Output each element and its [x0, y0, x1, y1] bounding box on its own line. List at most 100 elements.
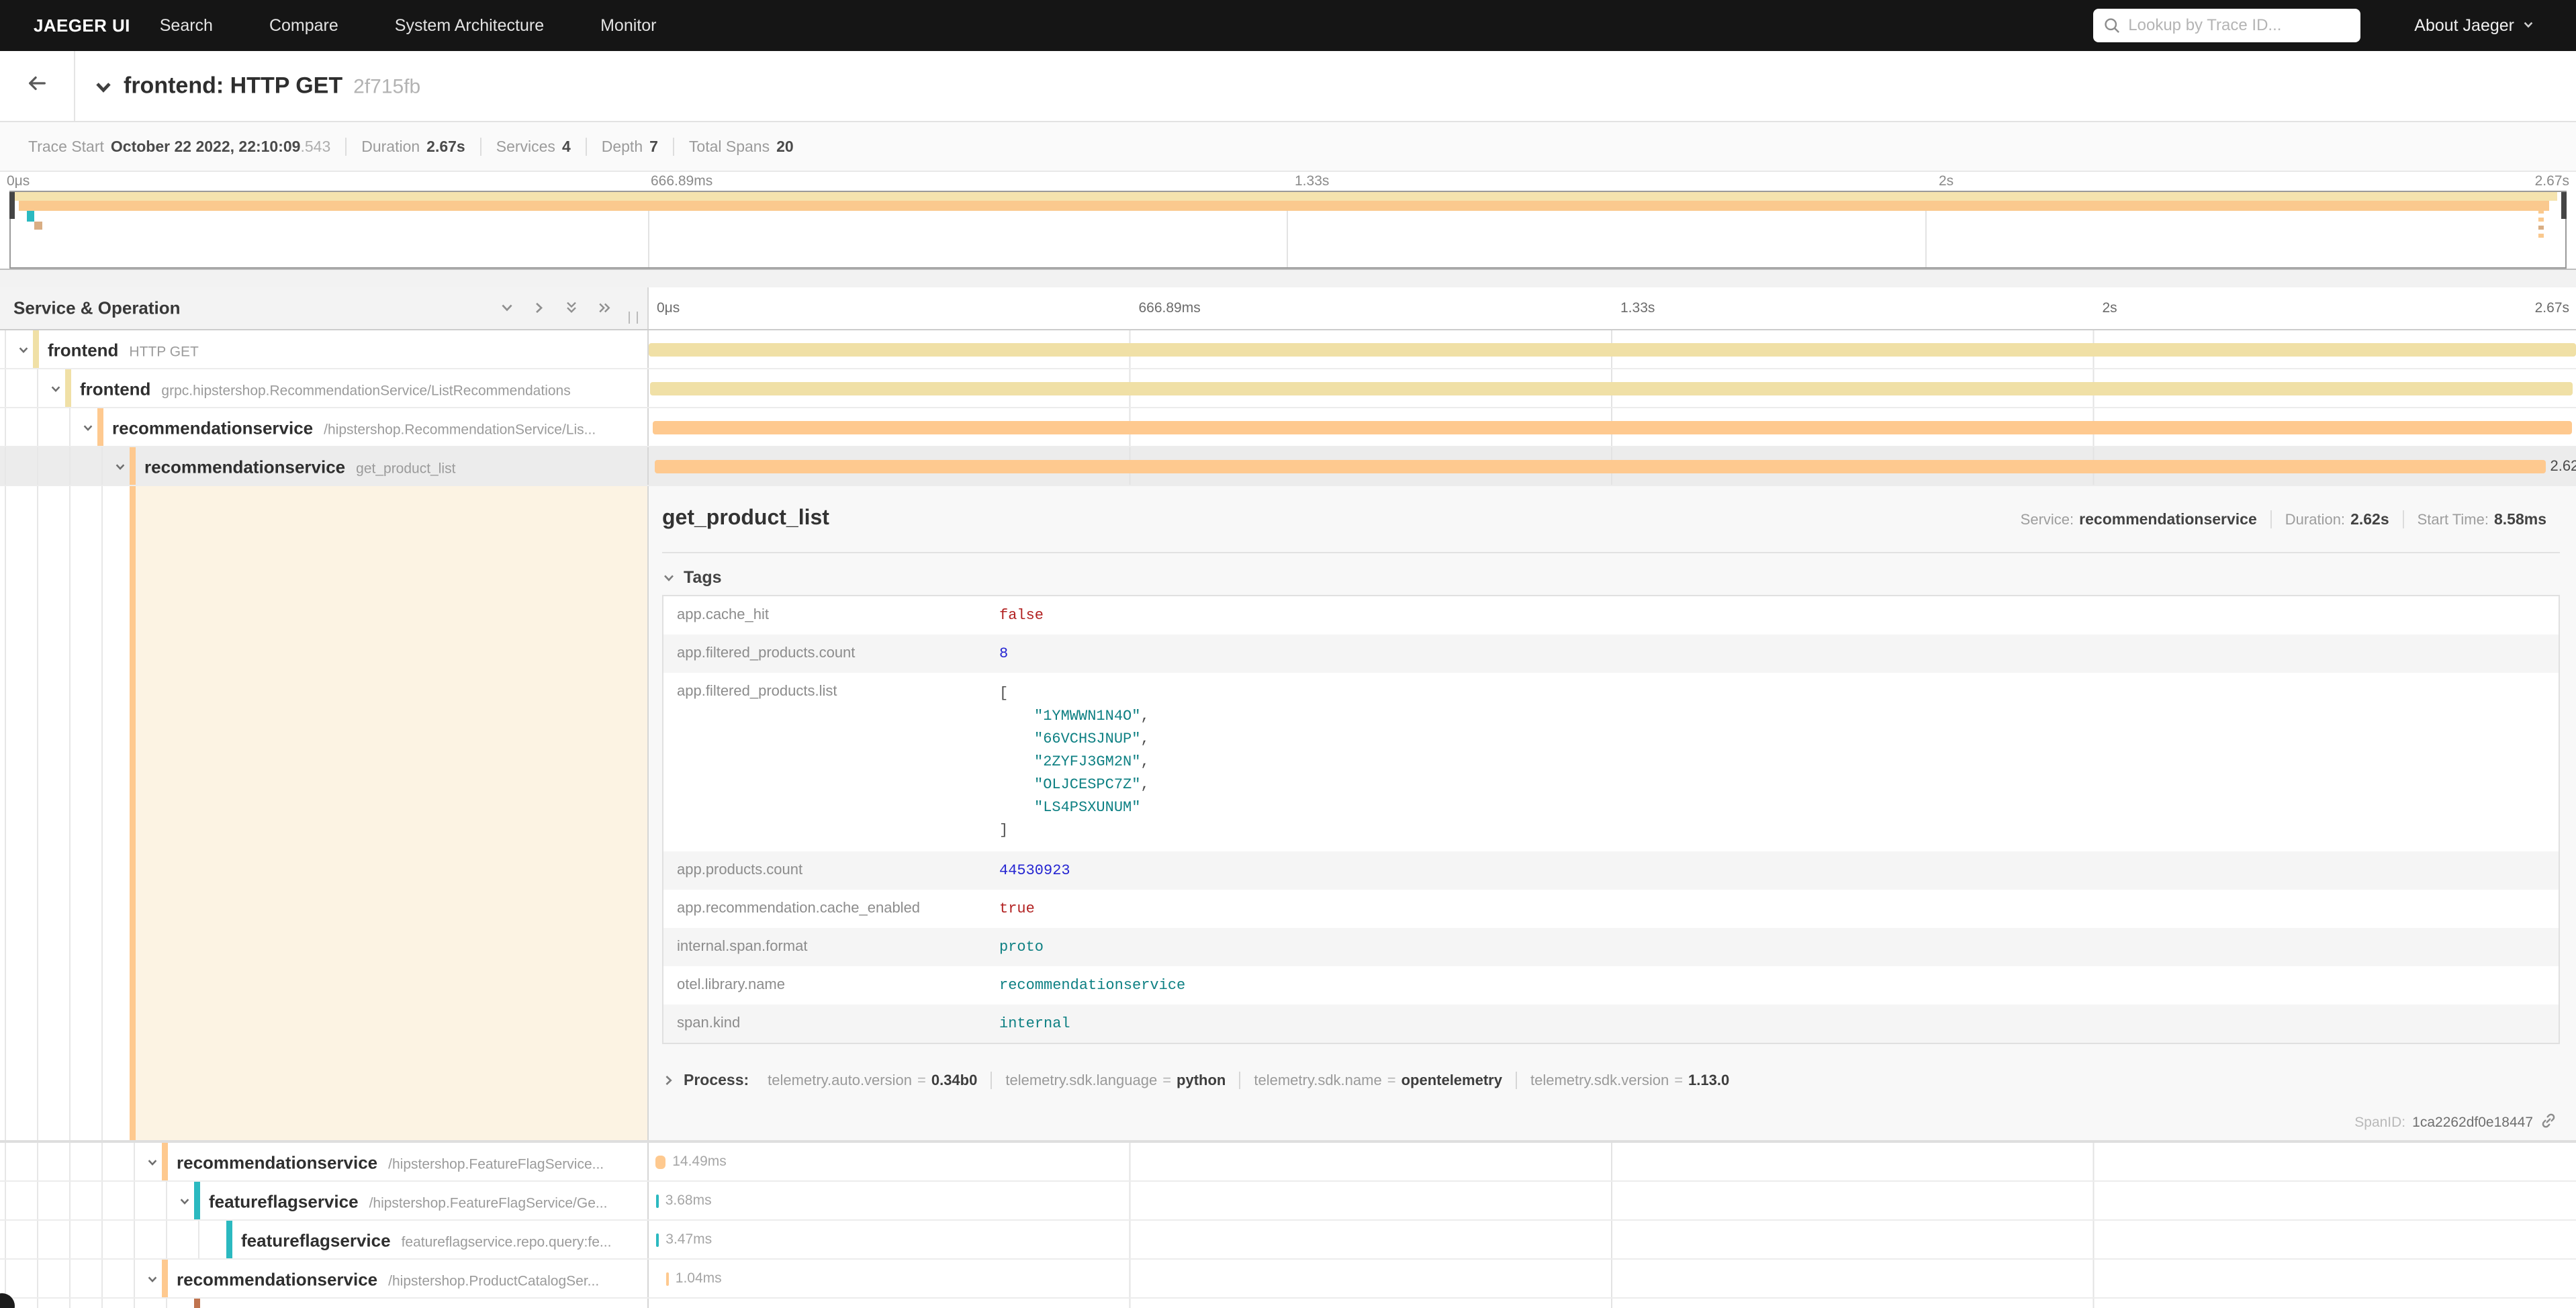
expand-chevron-icon[interactable] [179, 1188, 191, 1213]
span-row[interactable]: frontendgrpc.hipstershop.RecommendationS… [0, 369, 2576, 408]
summary-value-suffix: .543 [300, 138, 330, 155]
span-row[interactable]: recommendationservice/hipstershop.Recomm… [0, 408, 2576, 447]
indent-guide [101, 1143, 103, 1180]
span-bar[interactable] [649, 343, 2576, 357]
span-bar[interactable] [656, 1233, 659, 1247]
summary-item: Services4 [480, 138, 586, 156]
span-row[interactable]: frontendHTTP GET [0, 330, 2576, 369]
indent-guide [134, 1260, 135, 1297]
span-timeline-cell[interactable]: 3.68ms [649, 1182, 2576, 1219]
span-name-group[interactable]: frontendHTTP GET [48, 337, 199, 362]
span-bar[interactable] [653, 421, 2571, 434]
span-name-group[interactable]: recommendationservice/hipstershop.Featur… [177, 1150, 604, 1174]
tag-value: 8 [999, 635, 2559, 673]
span-bar[interactable] [655, 460, 2546, 473]
nav-item-monitor[interactable]: Monitor [600, 16, 656, 36]
expand-chevron-icon[interactable] [114, 454, 126, 479]
span-timeline-cell[interactable] [649, 1299, 2576, 1308]
json-bracket: ] [999, 819, 2548, 842]
span-row[interactable]: featureflagservice/hipstershop.FeatureFl… [0, 1182, 2576, 1221]
span-service-name: recommendationservice [177, 1270, 377, 1290]
span-name-group[interactable]: recommendationservice/hipstershop.Recomm… [112, 415, 596, 440]
span-operation-name: grpc.hipstershop.RecommendationService/L… [161, 383, 570, 399]
span-row[interactable]: recommendationserviceget_product_list 2.6… [0, 447, 2576, 486]
column-resizer-handle[interactable] [629, 312, 638, 324]
indent-guide [101, 1299, 103, 1308]
expand-chevron-icon[interactable] [146, 1266, 158, 1291]
collapse-all-icon[interactable] [564, 296, 579, 321]
span-timeline-cell[interactable]: 1.04ms [649, 1260, 2576, 1297]
nav-item-system-architecture[interactable]: System Architecture [395, 16, 544, 36]
json-string-value: "2ZYFJ3GM2N" [1034, 753, 1140, 770]
span-detail-tree-column [0, 486, 649, 1140]
json-list-item: "66VCHSJNUP", [999, 728, 2548, 751]
expand-chevron-icon[interactable] [17, 337, 30, 362]
chevron-right-icon[interactable] [662, 1068, 676, 1092]
process-equals: = [1387, 1072, 1396, 1088]
about-jaeger-menu[interactable]: About Jaeger [2414, 16, 2534, 36]
expand-chevron-icon[interactable] [146, 1150, 158, 1174]
process-item: telemetry.sdk.language=python [991, 1072, 1239, 1089]
summary-item: Trace StartOctober 22 2022, 22:10:09.543 [13, 138, 345, 156]
indent-guide [37, 1221, 38, 1258]
span-bar[interactable] [655, 1156, 666, 1169]
process-equals: = [917, 1072, 926, 1088]
span-name-group[interactable]: featureflagservicefeatureflagservice.rep… [241, 1227, 611, 1252]
span-rows-top: frontendHTTP GET frontendgrpc.hipstershop… [0, 330, 2576, 486]
detail-divider [662, 552, 2560, 553]
span-row[interactable]: recommendationservice/hipstershop.Featur… [0, 1143, 2576, 1182]
tag-key: app.filtered_products.count [663, 635, 999, 673]
tag-value: 44530923 [999, 851, 2559, 890]
expand-chevron-icon[interactable] [50, 376, 62, 401]
trace-minimap[interactable] [9, 191, 2567, 269]
span-bar[interactable] [650, 382, 2572, 395]
collapse-one-icon[interactable] [500, 296, 514, 321]
indent-guide [134, 1221, 135, 1258]
span-row[interactable] [0, 1299, 2576, 1308]
span-timeline-cell[interactable] [649, 330, 2576, 368]
json-string-value: "LS4PSXUNUM" [1034, 799, 1140, 816]
expand-all-icon[interactable] [596, 296, 612, 321]
span-name-group[interactable]: featureflagservice/hipstershop.FeatureFl… [209, 1188, 607, 1213]
expand-one-icon[interactable] [532, 296, 547, 321]
json-comma: , [1140, 776, 1149, 793]
span-bar[interactable] [656, 1195, 659, 1208]
span-row[interactable]: featureflagservicefeatureflagservice.rep… [0, 1221, 2576, 1260]
indent-guide [69, 1260, 71, 1297]
tag-row: app.products.count44530923 [663, 851, 2559, 890]
span-row[interactable]: recommendationservice/hipstershop.Produc… [0, 1260, 2576, 1299]
expand-chevron-icon[interactable] [82, 415, 94, 440]
process-value: python [1177, 1072, 1226, 1088]
summary-value: 4 [562, 138, 571, 155]
span-name-group[interactable]: recommendationservice/hipstershop.Produc… [177, 1266, 599, 1291]
span-timeline-cell[interactable] [649, 369, 2576, 407]
span-bar[interactable] [666, 1272, 669, 1286]
back-button[interactable] [0, 51, 75, 121]
span-tree-cell: featureflagservice/hipstershop.FeatureFl… [0, 1182, 649, 1219]
tags-table: app.cache_hitfalseapp.filtered_products.… [662, 595, 2560, 1044]
summary-label: Total Spans [689, 138, 770, 155]
nav-item-search[interactable]: Search [160, 16, 213, 36]
span-name-group[interactable]: frontendgrpc.hipstershop.RecommendationS… [80, 376, 571, 401]
tags-section-title: Tags [684, 568, 722, 588]
nav-item-compare[interactable]: Compare [269, 16, 338, 36]
tags-section-toggle[interactable]: Tags [662, 565, 722, 590]
span-color-bar [194, 1299, 200, 1308]
span-timeline-cell[interactable] [649, 408, 2576, 446]
span-timeline-cell[interactable]: 3.47ms [649, 1221, 2576, 1258]
app-logo[interactable]: JAEGER UI [34, 15, 130, 36]
span-timeline-cell[interactable]: 14.49ms [649, 1143, 2576, 1180]
span-name-group[interactable]: recommendationserviceget_product_list [144, 454, 455, 479]
copy-link-icon[interactable] [2540, 1112, 2557, 1133]
span-duration-label: 1.04ms [676, 1270, 722, 1287]
process-equals: = [1162, 1072, 1171, 1088]
minimap-right-scrubber[interactable] [2561, 192, 2567, 219]
minimap-left-scrubber[interactable] [9, 192, 15, 219]
tag-value: proto [999, 928, 2559, 966]
trace-id-lookup-input[interactable] [2093, 9, 2360, 42]
indent-guide [37, 1260, 38, 1297]
indent-guide [37, 1299, 38, 1308]
tag-value-text: 44530923 [999, 862, 1070, 879]
collapse-trace-header-chevron[interactable] [94, 74, 113, 99]
span-timeline-cell[interactable]: 2.62s [649, 447, 2576, 485]
